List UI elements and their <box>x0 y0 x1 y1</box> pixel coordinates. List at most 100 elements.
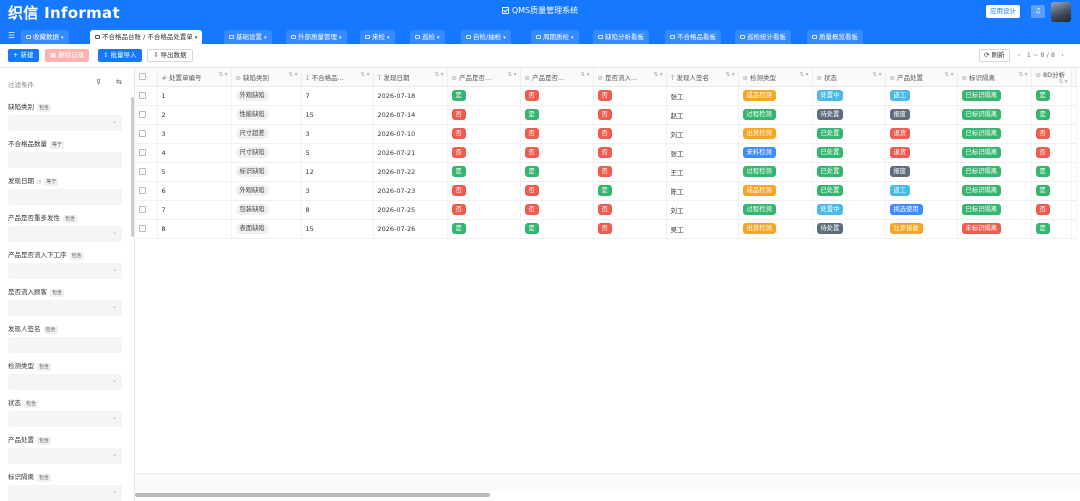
filter-mode[interactable]: 包含 <box>50 289 65 297</box>
filter-mode[interactable]: 包含 <box>24 400 39 408</box>
filter-select[interactable]: ⌄ <box>8 263 122 279</box>
row-checkbox[interactable] <box>139 130 146 137</box>
table-row[interactable]: 7 包装缺陷 8 2026-07-25 否 否 否 刘工 过程检测 处置中 挑选使用 已标识隔离 否 <box>135 200 1077 220</box>
filter-mode[interactable]: 包含 <box>43 326 58 334</box>
column-header[interactable]: T 发现人签名 ⇅ ▾ <box>666 68 739 87</box>
row-checkbox[interactable] <box>139 149 146 156</box>
app-design-button[interactable]: 应用设计 <box>986 5 1020 18</box>
filter-mode[interactable]: 包含 <box>37 474 52 482</box>
column-header[interactable]: ⊘ 产品处置 ⇅ ▾ <box>885 68 958 87</box>
sort-icon[interactable]: ⇅ ▾ <box>872 72 881 78</box>
table-row[interactable]: 6 外观缺陷 3 2026-07-23 否 否 是 陈工 成品检测 已处置 返工 已标识隔离 是 <box>135 181 1077 201</box>
table-row[interactable]: 4 尺寸缺陷 5 2026-07-21 否 否 否 张工 来料检测 已处置 退货 已标识隔离 否 <box>135 143 1077 163</box>
table-row[interactable]: 5 标识缺陷 12 2026-07-22 是 是 否 王工 过程检测 已处置 报废 已标识隔离 是 <box>135 162 1077 182</box>
tab-12[interactable]: 质量概览看板 <box>807 30 863 44</box>
prev-page-button[interactable]: ‹ <box>1018 51 1021 59</box>
record-id: 7 <box>161 205 166 214</box>
filter-icon[interactable]: ⊽ <box>96 78 101 86</box>
tab-7[interactable]: 自检/抽检 ▾ <box>461 30 511 44</box>
row-checkbox[interactable] <box>139 187 146 194</box>
table-row[interactable]: 2 性能缺陷 15 2026-07-14 否 是 否 赵工 过程检测 待处置 报废 已标识隔离 是 <box>135 105 1077 125</box>
tab-4[interactable]: 外部质量管理 ▾ <box>286 30 347 44</box>
export-button[interactable]: ⇩ 导出数据 <box>147 49 193 62</box>
sort-icon[interactable]: ⇅ ▾ <box>434 72 443 78</box>
yes-no-badge: 是 <box>597 185 612 196</box>
new-button[interactable]: + 新建 <box>8 49 39 62</box>
record-id: 3 <box>161 129 166 138</box>
bell-icon[interactable]: ♫ <box>1031 5 1045 18</box>
row-checkbox[interactable] <box>139 225 146 232</box>
sort-icon[interactable]: ⇅ ▾ <box>507 72 516 78</box>
menu-icon[interactable]: ☰ <box>8 31 15 41</box>
sort-icon[interactable]: ⇅ ▾ <box>944 72 953 78</box>
tab-5[interactable]: 来检 ▾ <box>360 30 395 44</box>
sort-icon[interactable]: ⇅ ▾ <box>360 72 369 78</box>
column-header[interactable]: ⊘ 产品是否... ⇅ ▾ <box>520 68 594 87</box>
chevron-down-icon: ⌄ <box>111 118 117 125</box>
column-header[interactable]: # 处置单编号 ⇅ ▾ <box>157 68 232 87</box>
filter-mode[interactable]: 包含 <box>37 104 52 112</box>
sort-icon[interactable]: ⇅ ▾ <box>1018 72 1027 78</box>
column-header-label: 产品是否... <box>531 73 565 82</box>
import-button[interactable]: ⇪ 批量导入 <box>98 49 142 62</box>
swap-icon[interactable]: ⇆ <box>116 78 122 86</box>
sort-icon[interactable]: ⇅ ▾ <box>580 72 589 78</box>
filter-mode[interactable]: 包含 <box>63 215 78 223</box>
column-header[interactable]: ⊘ 是否流入... ⇅ ▾ <box>593 68 667 87</box>
table-row[interactable]: 3 尺寸超差 3 2026-07-10 否 否 否 刘工 出货检测 已处置 退货 已标识隔离 否 <box>135 124 1077 144</box>
filter-input[interactable] <box>8 152 122 168</box>
filter-mode[interactable]: 包含 <box>37 363 52 371</box>
tab-1[interactable]: 收藏数据 ▾ <box>21 30 69 44</box>
row-checkbox[interactable] <box>139 111 146 118</box>
table-cell: 已处置 <box>812 181 886 201</box>
sort-icon[interactable]: ⇅ ▾ <box>218 72 227 78</box>
refresh-button[interactable]: ⟳ 刷新 <box>979 49 1010 62</box>
table-cell: 是 <box>447 219 521 239</box>
column-header[interactable]: 1 不合格品... ⇅ ▾ <box>301 68 374 87</box>
tab-9[interactable]: 缺陷分析看板 <box>593 30 649 44</box>
filter-select[interactable]: ⌄ <box>8 226 122 242</box>
column-header[interactable]: ⊘ 检测类型 ⇅ ▾ <box>738 68 813 87</box>
tab-2[interactable]: 不合格品台账 / 不合格品处置单 ▾ <box>90 30 203 44</box>
sort-icon[interactable]: ⇅ ▾ <box>725 72 734 78</box>
filter-mode[interactable]: 等于 <box>50 141 65 149</box>
select-all-checkbox[interactable] <box>139 73 146 81</box>
tab-11[interactable]: 巡检统计看板 <box>735 30 791 44</box>
tab-10[interactable]: 不合格品看板 <box>665 30 721 44</box>
row-checkbox[interactable] <box>139 92 146 99</box>
next-page-button[interactable]: › <box>1061 51 1064 59</box>
column-header[interactable]: ⊘ 8D分析 ⇅ ▾ <box>1031 68 1072 87</box>
column-header[interactable]: ⊘ 状态 ⇅ ▾ <box>812 68 886 87</box>
filter-scrollbar[interactable] <box>131 97 134 237</box>
tab-6[interactable]: 巡检 ▾ <box>410 30 445 44</box>
filter-select[interactable]: ⌄ <box>8 411 122 427</box>
folder-icon <box>229 35 234 39</box>
tab-3[interactable]: 基础设置 ▾ <box>224 30 272 44</box>
row-checkbox[interactable] <box>139 168 146 175</box>
column-header[interactable]: ⊘ 标识隔离 ⇅ ▾ <box>957 68 1032 87</box>
filter-input[interactable] <box>8 337 122 353</box>
table-row[interactable]: 8 表面缺陷 15 2026-07-26 是 是 否 吴工 出货检测 待处置 让步接收 未标识隔离 是 <box>135 219 1077 239</box>
column-header[interactable]: T 发现日期 ⇅ ▾ <box>373 68 448 87</box>
tab-8[interactable]: 周期质检 ▾ <box>531 30 579 44</box>
filter-select[interactable]: ⌄ <box>8 374 122 390</box>
filter-select[interactable]: ⌄ <box>8 448 122 464</box>
sort-icon[interactable]: ⇅ ▾ <box>1058 79 1067 85</box>
filter-input[interactable] <box>8 189 122 205</box>
filter-mode[interactable]: 包含 <box>69 252 84 260</box>
filter-mode[interactable]: 等于 <box>44 178 59 186</box>
filter-mode[interactable]: 包含 <box>37 437 52 445</box>
table-row[interactable]: 1 外观缺陷 7 2026-07-18 是 否 否 张工 成品检测 处置中 返工 已标识隔离 是 <box>135 86 1077 106</box>
column-header[interactable]: ⊘ 缺陷类别 ⇅ ▾ <box>231 68 302 87</box>
filter-select[interactable]: ⌄ <box>8 485 122 501</box>
row-checkbox[interactable] <box>139 206 146 213</box>
delete-button[interactable]: ▣ 删除记录 <box>45 49 90 62</box>
filter-select[interactable]: ⌄ <box>8 115 122 131</box>
sort-icon[interactable]: ⇅ ▾ <box>653 72 662 78</box>
horizontal-scrollbar[interactable] <box>135 493 490 497</box>
column-header[interactable]: ⊘ 产品是否... ⇅ ▾ <box>447 68 521 87</box>
avatar[interactable] <box>1051 2 1071 22</box>
filter-select[interactable]: ⌄ <box>8 300 122 316</box>
sort-icon[interactable]: ⇅ ▾ <box>799 72 808 78</box>
sort-icon[interactable]: ⇅ ▾ <box>288 72 297 78</box>
